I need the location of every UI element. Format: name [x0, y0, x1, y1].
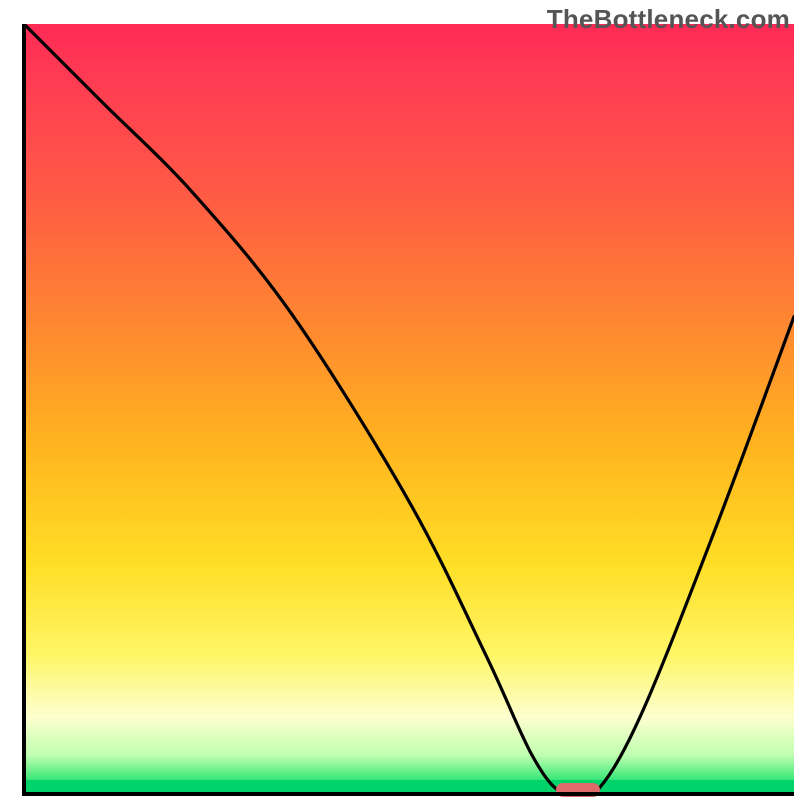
- chart-container: TheBottleneck.com: [0, 0, 800, 800]
- plot-area: [24, 24, 794, 794]
- x-axis: [22, 792, 794, 796]
- y-axis: [22, 24, 26, 794]
- bottleneck-curve: [24, 24, 794, 794]
- watermark-text: TheBottleneck.com: [547, 4, 790, 35]
